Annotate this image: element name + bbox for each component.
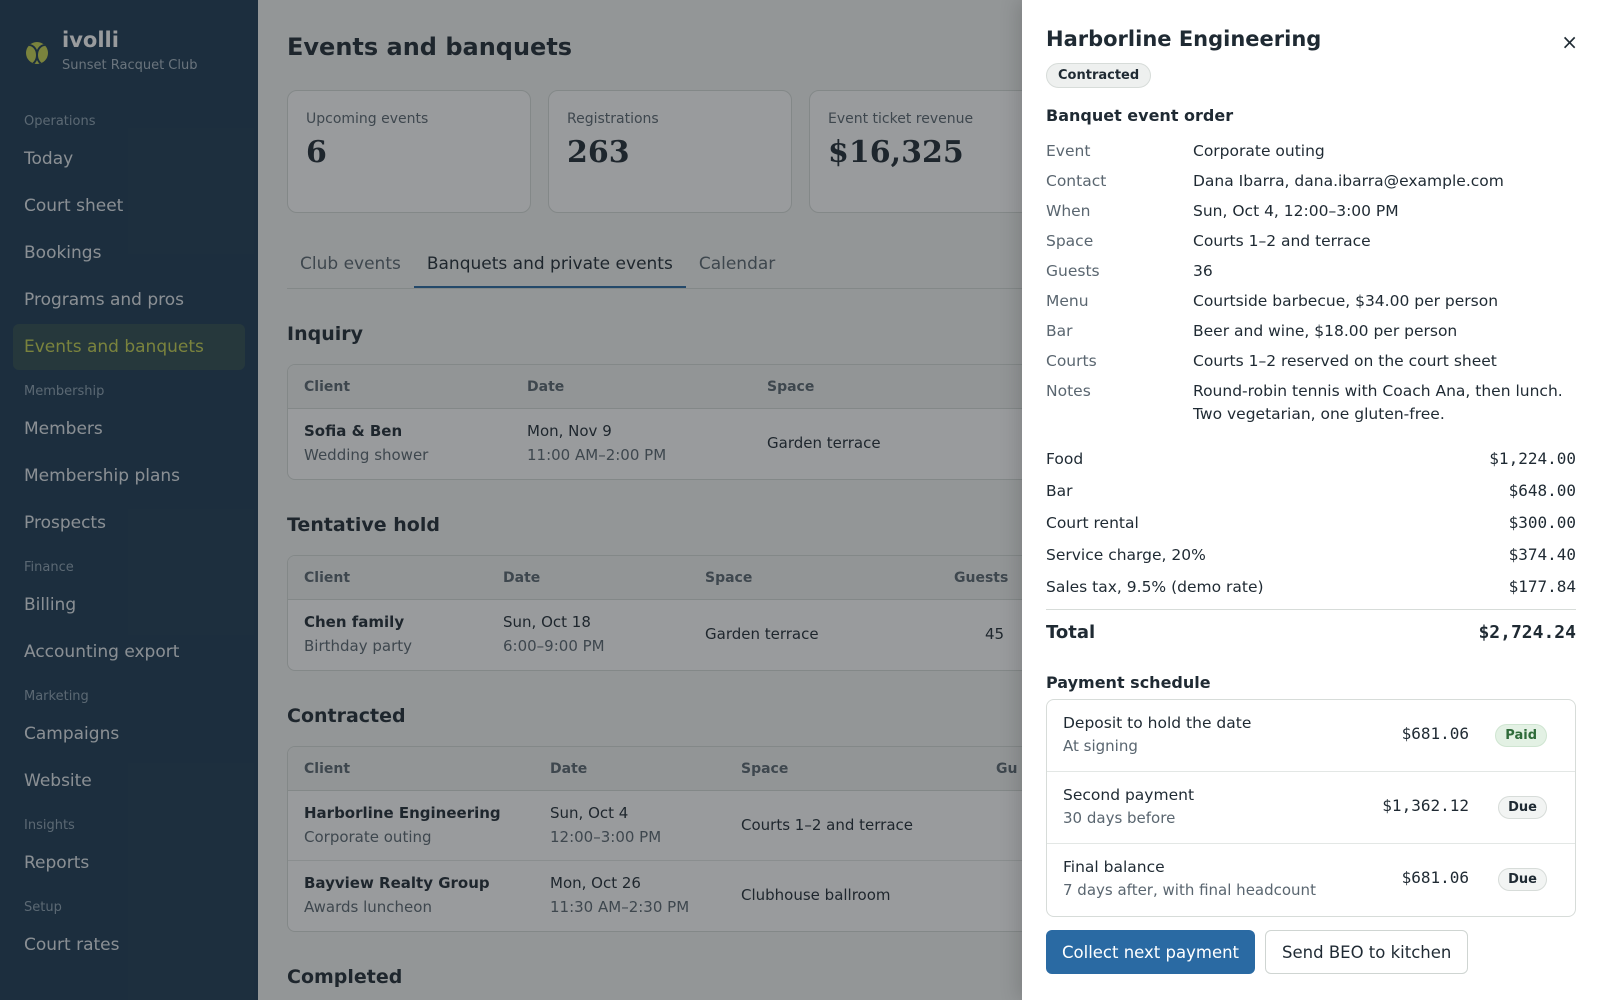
payment-status-badge: Due — [1498, 796, 1547, 819]
payment-amount: $681.06 — [1401, 724, 1469, 743]
detail-row-guests: Guests 36 — [1046, 256, 1576, 286]
payment-amount: $1,362.12 — [1382, 796, 1469, 815]
detail-row-when: When Sun, Oct 4, 12:00–3:00 PM — [1046, 196, 1576, 226]
detail-value: Courtside barbecue, $34.00 per person — [1193, 292, 1499, 310]
total-amount: $2,724.24 — [1478, 622, 1576, 643]
payment-status-badge: Due — [1498, 868, 1547, 891]
detail-row-menu: Menu Courtside barbecue, $34.00 per pers… — [1046, 286, 1576, 316]
line-amount: $1,224.00 — [1489, 449, 1576, 468]
detail-value: Round-robin tennis with Coach Ana, then … — [1193, 382, 1563, 423]
line-item: Court rental $300.00 — [1046, 507, 1576, 539]
payment-row: Second payment 30 days before $1,362.12 … — [1047, 772, 1575, 844]
detail-row-bar: Bar Beer and wine, $18.00 per person — [1046, 316, 1576, 346]
line-item: Sales tax, 9.5% (demo rate) $177.84 — [1046, 571, 1576, 603]
detail-row-space: Space Courts 1–2 and terrace — [1046, 226, 1576, 256]
payment-name: Final balance — [1063, 858, 1165, 876]
line-amount: $300.00 — [1508, 513, 1576, 532]
detail-value: 36 — [1193, 262, 1213, 280]
detail-label: Bar — [1046, 322, 1073, 340]
payment-when: 7 days after, with final headcount — [1063, 881, 1316, 899]
total-label: Total — [1046, 622, 1096, 643]
line-amount: $648.00 — [1508, 481, 1576, 500]
detail-row-event: Event Corporate outing — [1046, 136, 1576, 166]
line-item: Food $1,224.00 — [1046, 443, 1576, 475]
drawer-title: Harborline Engineering — [1046, 27, 1322, 51]
modal-backdrop[interactable] — [0, 0, 1022, 1000]
payment-amount: $681.06 — [1401, 868, 1469, 887]
line-label: Food — [1046, 450, 1084, 468]
line-label: Court rental — [1046, 514, 1139, 532]
send-beo-button[interactable]: Send BEO to kitchen — [1265, 930, 1469, 974]
line-item: Bar $648.00 — [1046, 475, 1576, 507]
detail-label: Courts — [1046, 352, 1097, 370]
detail-label: Contact — [1046, 172, 1107, 190]
payment-row: Deposit to hold the date At signing $681… — [1047, 700, 1575, 772]
detail-row-contact: Contact Dana Ibarra, dana.ibarra@example… — [1046, 166, 1576, 196]
payment-when: At signing — [1063, 737, 1138, 755]
detail-value: Courts 1–2 and terrace — [1193, 232, 1371, 250]
close-icon[interactable]: × — [1561, 30, 1578, 54]
detail-label: Notes — [1046, 382, 1091, 400]
detail-row-notes: Notes Round-robin tennis with Coach Ana,… — [1046, 376, 1576, 426]
payment-name: Second payment — [1063, 786, 1195, 804]
detail-value: Courts 1–2 reserved on the court sheet — [1193, 352, 1497, 370]
event-detail-drawer: Harborline Engineering × Contracted Banq… — [1022, 0, 1600, 1000]
line-amount: $374.40 — [1508, 545, 1576, 564]
status-badge: Contracted — [1046, 63, 1152, 88]
beo-details: Event Corporate outing Contact Dana Ibar… — [1046, 136, 1576, 426]
total-row: Total $2,724.24 — [1046, 609, 1576, 659]
line-label: Service charge, 20% — [1046, 546, 1206, 564]
detail-value: Corporate outing — [1193, 142, 1325, 160]
detail-label: When — [1046, 202, 1091, 220]
detail-label: Event — [1046, 142, 1091, 160]
payment-schedule: Deposit to hold the date At signing $681… — [1046, 699, 1576, 917]
detail-label: Space — [1046, 232, 1094, 250]
payment-schedule-title: Payment schedule — [1046, 673, 1211, 692]
beo-title: Banquet event order — [1046, 106, 1234, 125]
detail-row-courts: Courts Courts 1–2 reserved on the court … — [1046, 346, 1576, 376]
detail-value: Beer and wine, $18.00 per person — [1193, 322, 1458, 340]
payment-name: Deposit to hold the date — [1063, 714, 1252, 732]
detail-value: Dana Ibarra, dana.ibarra@example.com — [1193, 172, 1504, 190]
line-amount: $177.84 — [1508, 577, 1576, 596]
detail-label: Menu — [1046, 292, 1089, 310]
line-label: Bar — [1046, 482, 1073, 500]
collect-payment-button[interactable]: Collect next payment — [1046, 930, 1256, 974]
detail-value: Sun, Oct 4, 12:00–3:00 PM — [1193, 202, 1399, 220]
line-label: Sales tax, 9.5% (demo rate) — [1046, 578, 1264, 596]
drawer-actions: Collect next payment Send BEO to kitchen — [1046, 930, 1576, 974]
line-item: Service charge, 20% $374.40 — [1046, 539, 1576, 571]
detail-label: Guests — [1046, 262, 1100, 280]
payment-when: 30 days before — [1063, 809, 1176, 827]
payment-row: Final balance 7 days after, with final h… — [1047, 844, 1575, 916]
payment-status-badge: Paid — [1495, 724, 1547, 747]
price-lines: Food $1,224.00 Bar $648.00 Court rental … — [1046, 443, 1576, 603]
